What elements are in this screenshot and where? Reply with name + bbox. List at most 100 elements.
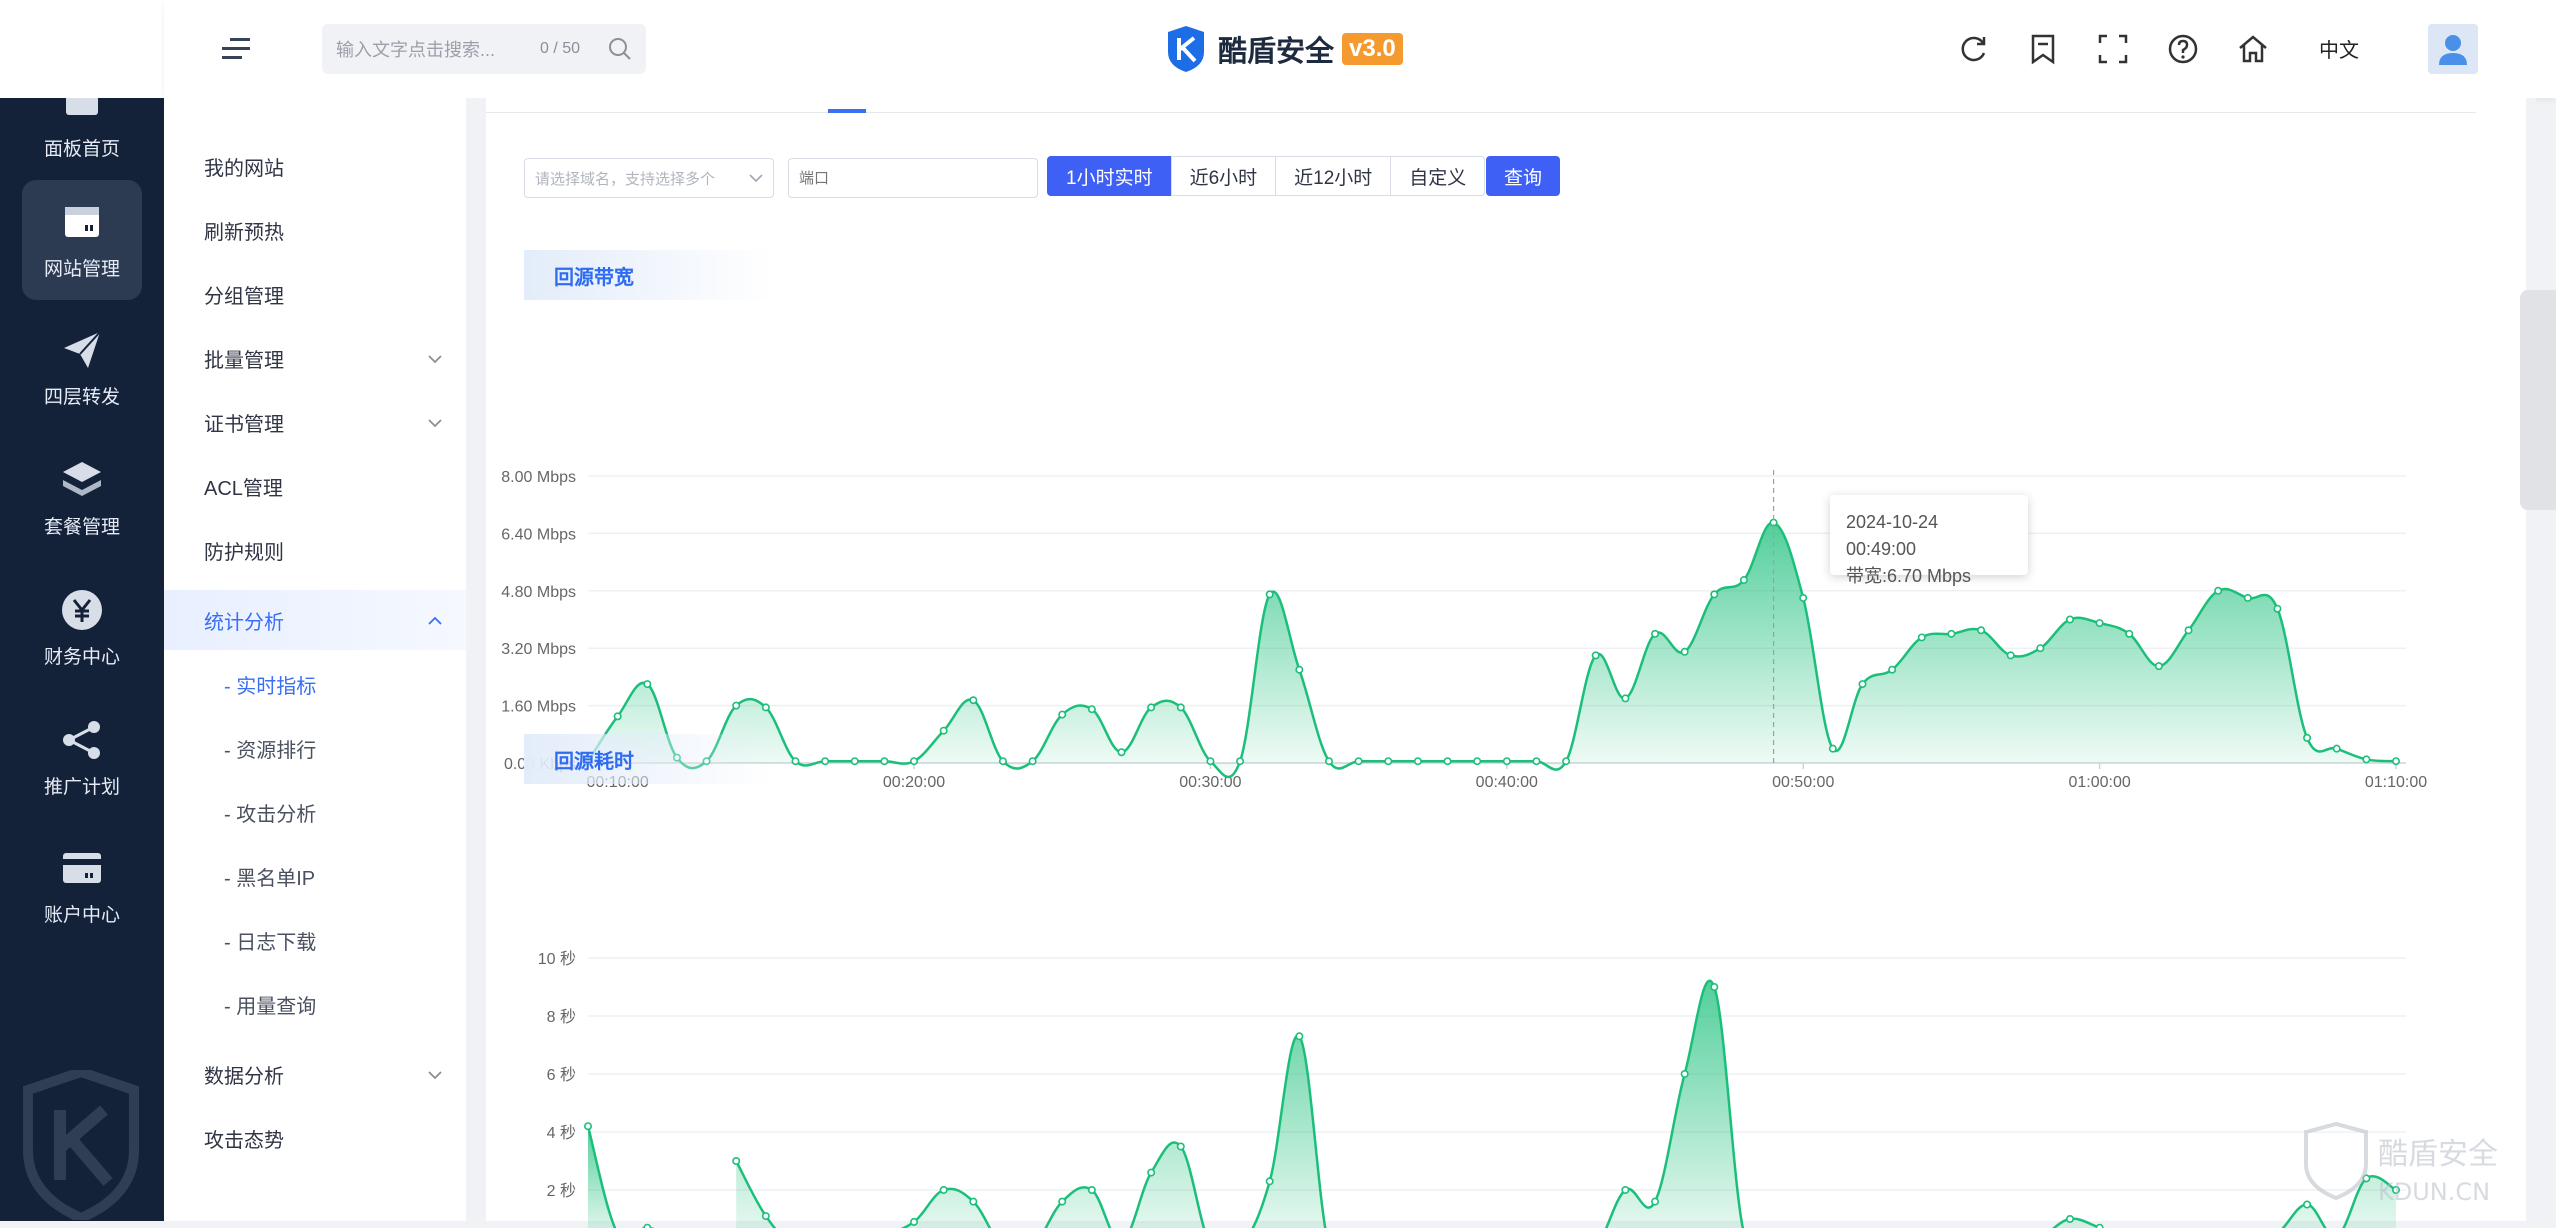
rail-item-label: 账户中心 [44, 900, 120, 927]
y-tick-label: 2 秒 [547, 1182, 576, 1200]
fullscreen-icon[interactable] [2094, 30, 2132, 68]
data-point [1681, 649, 1687, 655]
data-point [792, 758, 798, 764]
submenu-label: - 用量查询 [224, 990, 316, 1019]
user-icon [2436, 32, 2470, 66]
y-tick-label: 6 秒 [547, 1066, 576, 1084]
data-point [1474, 758, 1480, 764]
tooltip-value: 带宽:6.70 Mbps [1846, 563, 2012, 590]
data-point [1978, 627, 1984, 633]
avatar[interactable] [2428, 24, 2478, 74]
domain-select[interactable]: 请选择域名，支持选择多个 [524, 158, 774, 198]
data-point [1889, 667, 1895, 673]
x-tick-label: 01:10:00 [2365, 774, 2427, 791]
rail-item-forward[interactable]: 四层转发 [0, 308, 164, 428]
range-6h-button[interactable]: 近6小时 [1171, 156, 1277, 196]
range-1h-button[interactable]: 1小时实时 [1047, 156, 1172, 196]
data-point [1741, 577, 1747, 583]
header-left-corner [0, 0, 164, 98]
submenu-item-groups[interactable]: 分组管理 [164, 264, 466, 324]
submenu-label: 防护规则 [204, 536, 284, 565]
website-icon [60, 200, 104, 244]
rail-item-label: 财务中心 [44, 642, 120, 669]
data-point [2126, 631, 2132, 637]
data-point [763, 704, 769, 710]
data-point [1296, 1033, 1302, 1039]
data-point [1948, 631, 1954, 637]
submenu-label: 攻击态势 [204, 1124, 284, 1153]
search-icon[interactable] [608, 37, 632, 61]
time-range-group: 1小时实时 近6小时 近12小时 自定义 [1048, 156, 1485, 196]
floating-toolbar[interactable] [2520, 290, 2556, 510]
bandwidth-chart: 0.00 Kbps1.60 Mbps3.20 Mbps4.80 Mbps6.40… [486, 338, 2506, 798]
data-point [1059, 711, 1065, 717]
range-custom-button[interactable]: 自定义 [1390, 156, 1485, 196]
data-point [1711, 591, 1717, 597]
help-icon[interactable] [2164, 30, 2202, 68]
rail-item-label: 面板首页 [44, 134, 120, 161]
latency-chart: 0 秒2 秒4 秒6 秒8 秒10 秒00:10:0000:20:0000:30… [486, 828, 2506, 1228]
submenu-item-attack-trend[interactable]: 攻击态势 [164, 1108, 466, 1168]
rail-item-website[interactable]: 网站管理 [22, 180, 142, 300]
port-input[interactable] [788, 158, 1038, 198]
range-12h-button[interactable]: 近12小时 [1275, 156, 1391, 196]
refresh-icon[interactable] [1954, 30, 1992, 68]
rail-item-finance[interactable]: 财务中心 [0, 568, 164, 688]
data-point [2304, 735, 2310, 741]
home-icon[interactable] [2234, 30, 2272, 68]
submenu-item-usage[interactable]: - 用量查询 [164, 974, 466, 1034]
data-point [970, 697, 976, 703]
data-point [1089, 1187, 1095, 1193]
rail-item-account[interactable]: 账户中心 [0, 826, 164, 946]
submenu-label: - 攻击分析 [224, 798, 316, 827]
main-content: 请选择域名，支持选择多个 1小时实时 近6小时 近12小时 自定义 查询 回源带… [466, 98, 2536, 1221]
y-tick-label: 4.80 Mbps [501, 584, 576, 601]
y-tick-label: 10 秒 [538, 950, 576, 968]
data-point [1326, 758, 1332, 764]
rail-item-label: 套餐管理 [44, 512, 120, 539]
chevron-down-icon [428, 1068, 442, 1082]
data-point [1652, 1198, 1658, 1204]
paper-plane-icon [60, 328, 104, 372]
data-point [1622, 1187, 1628, 1193]
query-button[interactable]: 查询 [1486, 156, 1560, 196]
submenu-item-stats[interactable]: 统计分析 [164, 590, 466, 650]
submenu-item-ranking[interactable]: - 资源排行 [164, 718, 466, 778]
data-point [2067, 1216, 2073, 1222]
data-point [1237, 758, 1243, 764]
search-input[interactable]: 输入文字点击搜索... 0 / 50 [322, 24, 646, 74]
language-switch[interactable]: 中文 [2319, 34, 2359, 63]
submenu-item-logs[interactable]: - 日志下载 [164, 910, 466, 970]
rail-item-package[interactable]: 套餐管理 [0, 438, 164, 558]
data-point [1563, 758, 1569, 764]
submenu-item-batch[interactable]: 批量管理 [164, 328, 466, 388]
data-point [1444, 758, 1450, 764]
search-char-count: 0 / 50 [540, 40, 580, 58]
submenu-item-data-analysis[interactable]: 数据分析 [164, 1044, 466, 1104]
data-point [881, 758, 887, 764]
data-point [911, 758, 917, 764]
rail-item-promotion[interactable]: 推广计划 [0, 698, 164, 818]
rail-item-label: 网站管理 [44, 254, 120, 281]
submenu-item-rules[interactable]: 防护规则 [164, 520, 466, 580]
data-point [1859, 681, 1865, 687]
submenu-item-my-sites[interactable]: 我的网站 [164, 136, 466, 196]
submenu-item-attack-analysis[interactable]: - 攻击分析 [164, 782, 466, 842]
search-placeholder: 输入文字点击搜索... [336, 36, 540, 62]
submenu-item-blacklist[interactable]: - 黑名单IP [164, 846, 466, 906]
submenu-item-acl[interactable]: ACL管理 [164, 456, 466, 516]
shield-logo-icon [1164, 24, 1208, 74]
data-point [2096, 620, 2102, 626]
submenu-item-refresh[interactable]: 刷新预热 [164, 200, 466, 260]
submenu-item-certs[interactable]: 证书管理 [164, 392, 466, 452]
data-point [1533, 758, 1539, 764]
bookmark-icon[interactable] [2024, 30, 2062, 68]
menu-toggle-icon[interactable] [220, 34, 252, 64]
chevron-down-icon [749, 171, 763, 185]
data-point [1089, 706, 1095, 712]
data-point [2215, 588, 2221, 594]
chart-tooltip: 2024-10-24 00:49:00 带宽:6.70 Mbps [1830, 495, 2028, 575]
data-point [1355, 758, 1361, 764]
submenu-item-realtime[interactable]: - 实时指标 [164, 654, 466, 714]
data-point [1622, 695, 1628, 701]
